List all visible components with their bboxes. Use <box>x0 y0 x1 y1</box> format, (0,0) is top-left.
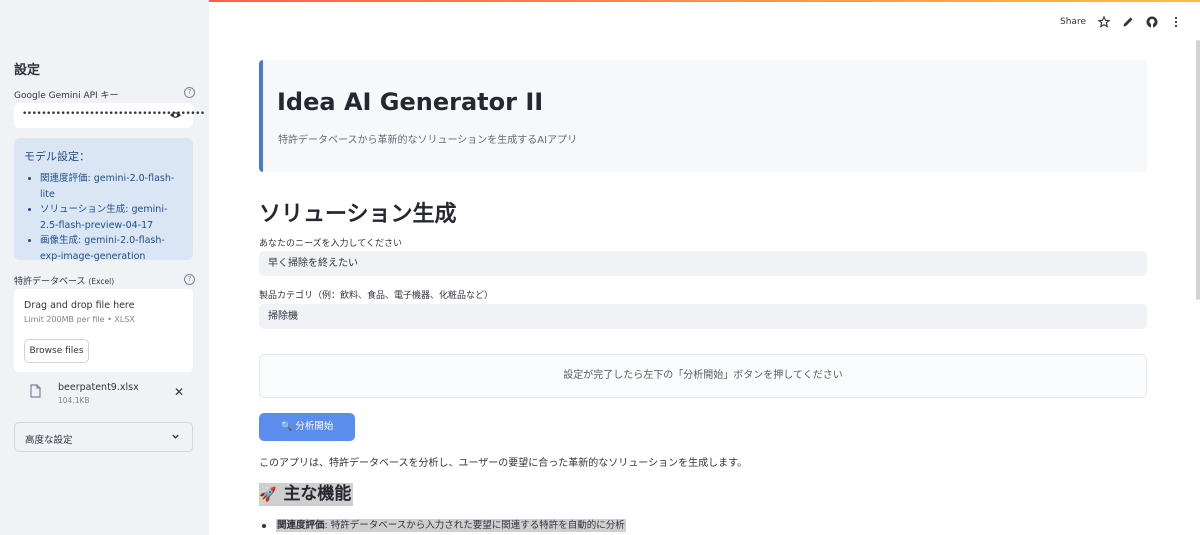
rocket-icon: 🚀 <box>259 487 277 503</box>
app-description: このアプリは、特許データベースを分析し、ユーザーの要望に合った革新的なソリューシ… <box>259 458 748 469</box>
app-subtitle: 特許データベースから革新的なソリューションを生成するAIアプリ <box>278 135 578 146</box>
file-uploader-dropzone[interactable]: Drag and drop file here Limit 200MB per … <box>14 289 193 372</box>
uploader-title: Drag and drop file here <box>24 300 135 311</box>
patent-db-label-text: 特許データベース <box>14 277 86 287</box>
info-message: 設定が完了したら左下の「分析開始」ボタンを押してください <box>259 354 1147 398</box>
list-item: 関連度評価: 特許データベースから入力された要望に関連する特許を自動的に分析 <box>262 517 626 532</box>
share-button[interactable]: Share <box>1060 17 1086 27</box>
app-title: Idea AI Generator II <box>277 88 544 116</box>
api-key-label: Google Gemini API キー <box>14 91 119 101</box>
file-name: beerpatent9.xlsx <box>58 382 139 393</box>
patent-db-label: 特許データベース (Excel) <box>14 274 114 287</box>
patent-db-label-suffix: (Excel) <box>88 277 115 286</box>
model-settings-box: モデル設定： 関連度評価: gemini-2.0-flash-lite ソリュー… <box>14 138 193 262</box>
file-icon <box>30 384 41 398</box>
browse-files-button[interactable]: Browse files <box>24 339 89 363</box>
feature-description: : 特許データベースから入力された要望に関連する特許を自動的に分析 <box>324 520 625 531</box>
app-header-card: Idea AI Generator II 特許データベースから革新的なソリューシ… <box>259 60 1147 172</box>
bullet-icon <box>262 523 266 528</box>
app-toolbar: Share <box>1060 14 1182 30</box>
list-item: ソリューション生成: gemini-2.5-flash-preview-04-1… <box>40 202 183 233</box>
star-icon[interactable] <box>1098 16 1110 28</box>
eye-icon[interactable] <box>170 111 181 119</box>
model-settings-title: モデル設定： <box>24 150 90 163</box>
more-menu-icon[interactable] <box>1170 16 1182 28</box>
uploader-limit: Limit 200MB per file • XLSX <box>24 315 135 324</box>
edit-icon[interactable] <box>1122 16 1134 28</box>
feature-label: 関連度評価 <box>277 520 325 531</box>
section-title: ソリューション生成 <box>259 202 457 227</box>
needs-input[interactable]: 早く掃除を終えたい <box>259 251 1147 276</box>
github-icon[interactable] <box>1146 16 1158 28</box>
sidebar-title: 設定 <box>14 63 41 78</box>
needs-label: あなたのニーズを入力してください <box>259 239 403 249</box>
sidebar: 設定 Google Gemini API キー ? ••••••••••••••… <box>0 0 209 535</box>
close-icon[interactable]: ✕ <box>174 386 184 398</box>
category-input[interactable]: 掃除機 <box>259 304 1147 329</box>
feature-text: 関連度評価: 特許データベースから入力された要望に関連する特許を自動的に分析 <box>276 519 626 532</box>
features-title-text: 主な機能 <box>283 484 352 504</box>
file-size: 104.1KB <box>58 396 90 405</box>
api-key-input[interactable]: •••••••••••••••••••••••••••••••••••••• <box>14 103 205 128</box>
start-analysis-button[interactable]: 🔍 分析開始 <box>259 413 355 441</box>
advanced-settings-label: 高度な設定 <box>25 435 73 446</box>
category-label: 製品カテゴリ（例：飲料、食品、電子機器、化粧品など） <box>259 291 494 301</box>
uploaded-file-row: beerpatent9.xlsx 104.1KB ✕ <box>14 378 193 408</box>
list-item: 関連度評価: gemini-2.0-flash-lite <box>40 171 183 202</box>
features-heading: 🚀 主な機能 <box>259 483 354 506</box>
scrollbar[interactable] <box>1196 40 1200 300</box>
list-item: 画像生成: gemini-2.0-flash-exp-image-generat… <box>40 233 183 264</box>
help-icon[interactable]: ? <box>184 87 195 98</box>
help-icon[interactable]: ? <box>184 274 195 285</box>
model-settings-list: 関連度評価: gemini-2.0-flash-lite ソリューション生成: … <box>24 171 183 264</box>
advanced-settings-expander[interactable]: 高度な設定 <box>14 422 193 452</box>
chevron-down-icon <box>172 434 179 439</box>
